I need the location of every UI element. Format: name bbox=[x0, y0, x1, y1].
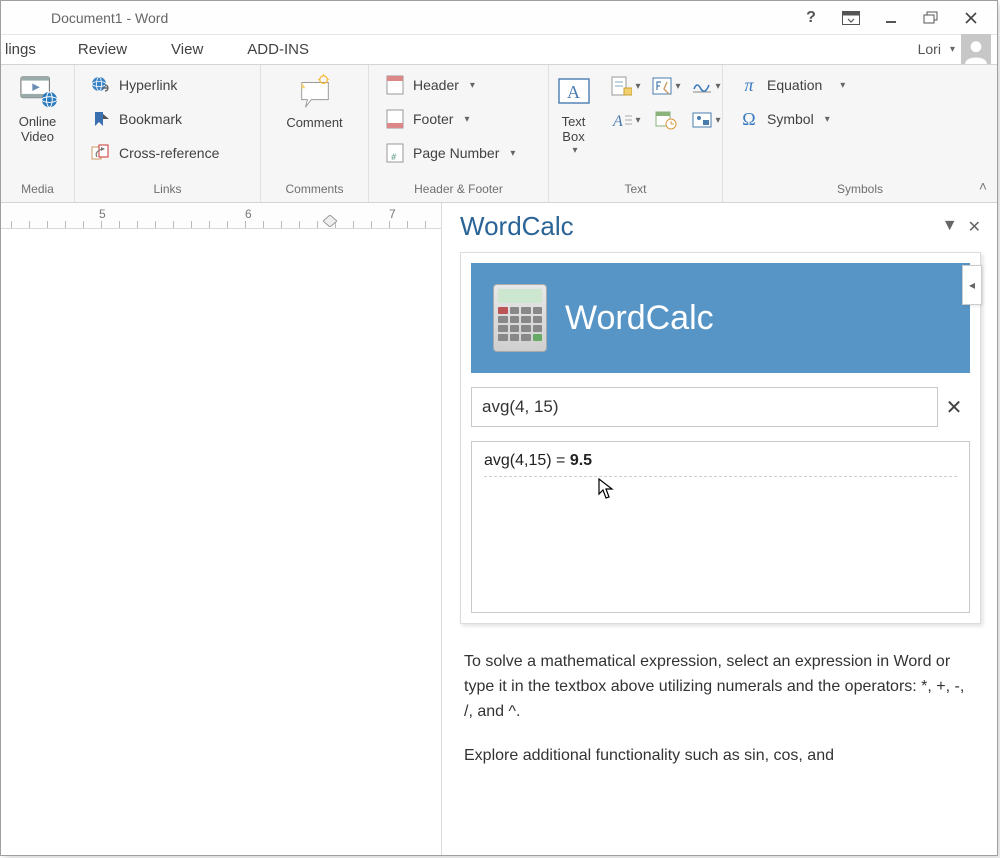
bookmark-icon bbox=[91, 109, 111, 129]
drop-cap-button[interactable]: A ▾ bbox=[611, 107, 641, 133]
clear-expression-icon[interactable]: ✕ bbox=[938, 395, 970, 420]
wordcalc-card: ◂ WordCalc ✕ bbox=[460, 252, 981, 624]
page-number-icon: # bbox=[385, 143, 405, 163]
result-value: 9.5 bbox=[570, 452, 592, 469]
group-links-label: Links bbox=[87, 182, 248, 200]
task-pane-title: WordCalc bbox=[460, 211, 574, 242]
calculator-icon bbox=[493, 284, 547, 352]
svg-text:#: # bbox=[391, 153, 397, 163]
dropdown-caret-icon: ▾ bbox=[464, 114, 469, 125]
online-video-button[interactable]: Online Video bbox=[7, 71, 69, 145]
group-headerfooter-label: Header & Footer bbox=[381, 182, 536, 200]
footer-icon bbox=[385, 109, 405, 129]
group-media-label: Media bbox=[13, 182, 62, 200]
header-button[interactable]: Header ▾ bbox=[381, 71, 536, 99]
comment-icon bbox=[296, 73, 334, 111]
tab-review[interactable]: Review bbox=[56, 35, 149, 64]
ribbon-display-options-icon[interactable] bbox=[831, 4, 871, 32]
ribbon: Online Video Media Hyperlink bbox=[1, 65, 997, 203]
help-paragraph-2: Explore additional functionality such as… bbox=[464, 744, 977, 769]
footer-button[interactable]: Footer ▾ bbox=[381, 105, 536, 133]
restore-icon[interactable] bbox=[911, 4, 951, 32]
hyperlink-button[interactable]: Hyperlink bbox=[87, 71, 248, 99]
equation-icon: π bbox=[739, 75, 759, 95]
tab-partial[interactable]: lings bbox=[1, 35, 56, 64]
dropdown-caret-icon: ▾ bbox=[572, 145, 577, 156]
cross-reference-button[interactable]: Cross-reference bbox=[87, 139, 248, 167]
dropdown-caret-icon: ▾ bbox=[840, 80, 845, 91]
dropdown-caret-icon: ▾ bbox=[470, 80, 475, 91]
svg-text:A: A bbox=[567, 82, 580, 102]
online-video-icon bbox=[19, 73, 57, 111]
quick-parts-button[interactable]: ▾ bbox=[611, 73, 641, 99]
task-pane: WordCalc ▼ ✕ ◂ bbox=[442, 203, 997, 855]
indent-marker-icon[interactable] bbox=[323, 215, 337, 227]
hyperlink-icon bbox=[91, 75, 111, 95]
wordcalc-header-title: WordCalc bbox=[565, 299, 714, 338]
text-box-button[interactable]: A Text Box ▾ bbox=[550, 71, 598, 156]
tab-addins[interactable]: ADD-INS bbox=[225, 35, 331, 64]
group-symbols-label: Symbols bbox=[735, 182, 985, 200]
document-area[interactable]: 5 6 7 bbox=[1, 203, 442, 855]
expression-input[interactable] bbox=[471, 387, 938, 427]
result-prefix: avg(4,15) = bbox=[484, 452, 570, 469]
close-icon[interactable] bbox=[951, 4, 991, 32]
object-button[interactable]: ▾ bbox=[691, 107, 721, 133]
ribbon-tabs: lings Review View ADD-INS Lori ▾ bbox=[1, 35, 997, 65]
wordcalc-header: WordCalc bbox=[471, 263, 970, 373]
symbol-button[interactable]: Ω Symbol ▾ bbox=[735, 105, 985, 133]
minimize-icon[interactable] bbox=[871, 4, 911, 32]
dropdown-caret-icon: ▾ bbox=[510, 148, 515, 159]
user-menu-caret[interactable]: ▾ bbox=[950, 44, 955, 55]
group-text-label: Text bbox=[561, 182, 710, 200]
side-tab-icon[interactable]: ◂ bbox=[962, 265, 982, 305]
dropdown-caret-icon: ▾ bbox=[825, 114, 830, 125]
result-box: avg(4,15) = 9.5 bbox=[471, 441, 970, 613]
horizontal-ruler[interactable]: 5 6 7 bbox=[1, 203, 441, 229]
header-icon bbox=[385, 75, 405, 95]
bookmark-button[interactable]: Bookmark bbox=[87, 105, 248, 133]
svg-text:A: A bbox=[612, 113, 623, 130]
title-bar: Document1 - Word ? bbox=[1, 1, 997, 35]
group-comments-label: Comments bbox=[273, 182, 356, 200]
equation-button[interactable]: π Equation ▾ bbox=[735, 71, 985, 99]
user-name[interactable]: Lori bbox=[918, 41, 941, 57]
comment-button[interactable]: Comment bbox=[275, 71, 355, 130]
collapse-ribbon-icon[interactable]: ˄ bbox=[979, 178, 987, 194]
help-paragraph-1: To solve a mathematical expression, sele… bbox=[464, 650, 977, 724]
window-title: Document1 - Word bbox=[51, 10, 168, 26]
symbol-icon: Ω bbox=[739, 109, 759, 129]
text-box-icon: A bbox=[555, 73, 593, 111]
pane-menu-caret-icon[interactable]: ▼ bbox=[942, 217, 958, 237]
cursor-icon bbox=[598, 478, 616, 500]
tab-view[interactable]: View bbox=[149, 35, 225, 64]
signature-line-button[interactable]: ▾ bbox=[691, 73, 721, 99]
help-icon[interactable]: ? bbox=[791, 4, 831, 32]
user-avatar-icon[interactable] bbox=[961, 34, 991, 64]
pane-close-icon[interactable]: ✕ bbox=[968, 217, 981, 237]
page-number-button[interactable]: # Page Number ▾ bbox=[381, 139, 536, 167]
date-time-button[interactable] bbox=[651, 107, 681, 133]
wordart-button[interactable]: ▾ bbox=[651, 73, 681, 99]
cross-reference-icon bbox=[91, 143, 111, 163]
